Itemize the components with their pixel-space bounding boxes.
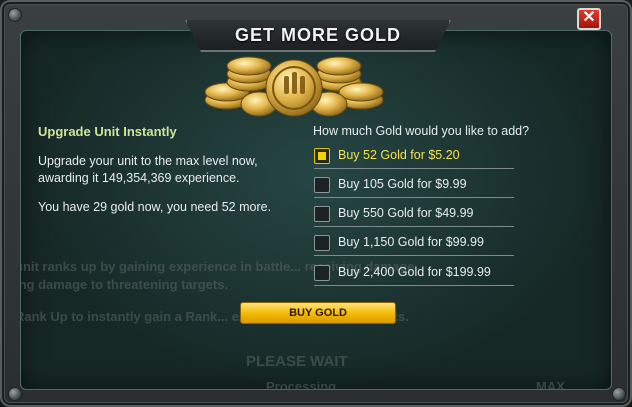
checkbox-checked-icon[interactable] xyxy=(314,148,330,164)
upgrade-description: Upgrade your unit to the max level now, … xyxy=(38,154,258,185)
bolt-icon xyxy=(8,8,22,22)
gold-option-2400[interactable]: Buy 2,400 Gold for $199.99 xyxy=(314,263,514,286)
background-please-wait: PLEASE WAIT xyxy=(246,353,348,370)
gold-option-label: Buy 105 Gold for $9.99 xyxy=(338,177,467,191)
gold-amount-question: How much Gold would you like to add? xyxy=(313,124,530,138)
gold-option-550[interactable]: Buy 550 Gold for $49.99 xyxy=(314,204,514,227)
background-max-label: MAX xyxy=(536,379,565,390)
buy-gold-button[interactable]: BUY GOLD xyxy=(240,302,396,324)
bolt-icon xyxy=(612,387,626,401)
gold-option-1150[interactable]: Buy 1,150 Gold for $99.99 xyxy=(314,233,514,256)
checkbox-unchecked-icon[interactable] xyxy=(314,206,330,222)
checkbox-unchecked-icon[interactable] xyxy=(314,235,330,251)
upgrade-heading: Upgrade Unit Instantly xyxy=(38,124,177,139)
gold-status-text: You have 29 gold now, you need 52 more. xyxy=(38,200,272,214)
background-help-text: ing damage to threatening targets. xyxy=(20,277,229,292)
dialog-title: GET MORE GOLD xyxy=(235,24,401,45)
gold-option-label: Buy 550 Gold for $49.99 xyxy=(338,206,474,220)
close-icon: ✕ xyxy=(582,9,596,26)
background-processing: Processing xyxy=(266,379,337,390)
checkbox-unchecked-icon[interactable] xyxy=(314,177,330,193)
gold-option-label: Buy 2,400 Gold for $199.99 xyxy=(338,265,491,279)
gold-coins-icon xyxy=(204,56,384,117)
title-plate: GET MORE GOLD xyxy=(185,20,451,52)
close-button[interactable]: ✕ xyxy=(577,8,601,30)
gold-option-105[interactable]: Buy 105 Gold for $9.99 xyxy=(314,175,514,198)
gold-option-52[interactable]: Buy 52 Gold for $5.20 xyxy=(314,146,514,169)
bolt-icon xyxy=(8,387,22,401)
checkbox-unchecked-icon[interactable] xyxy=(314,265,330,281)
gold-option-label: Buy 1,150 Gold for $99.99 xyxy=(338,235,484,249)
gold-option-label: Buy 52 Gold for $5.20 xyxy=(338,148,460,162)
